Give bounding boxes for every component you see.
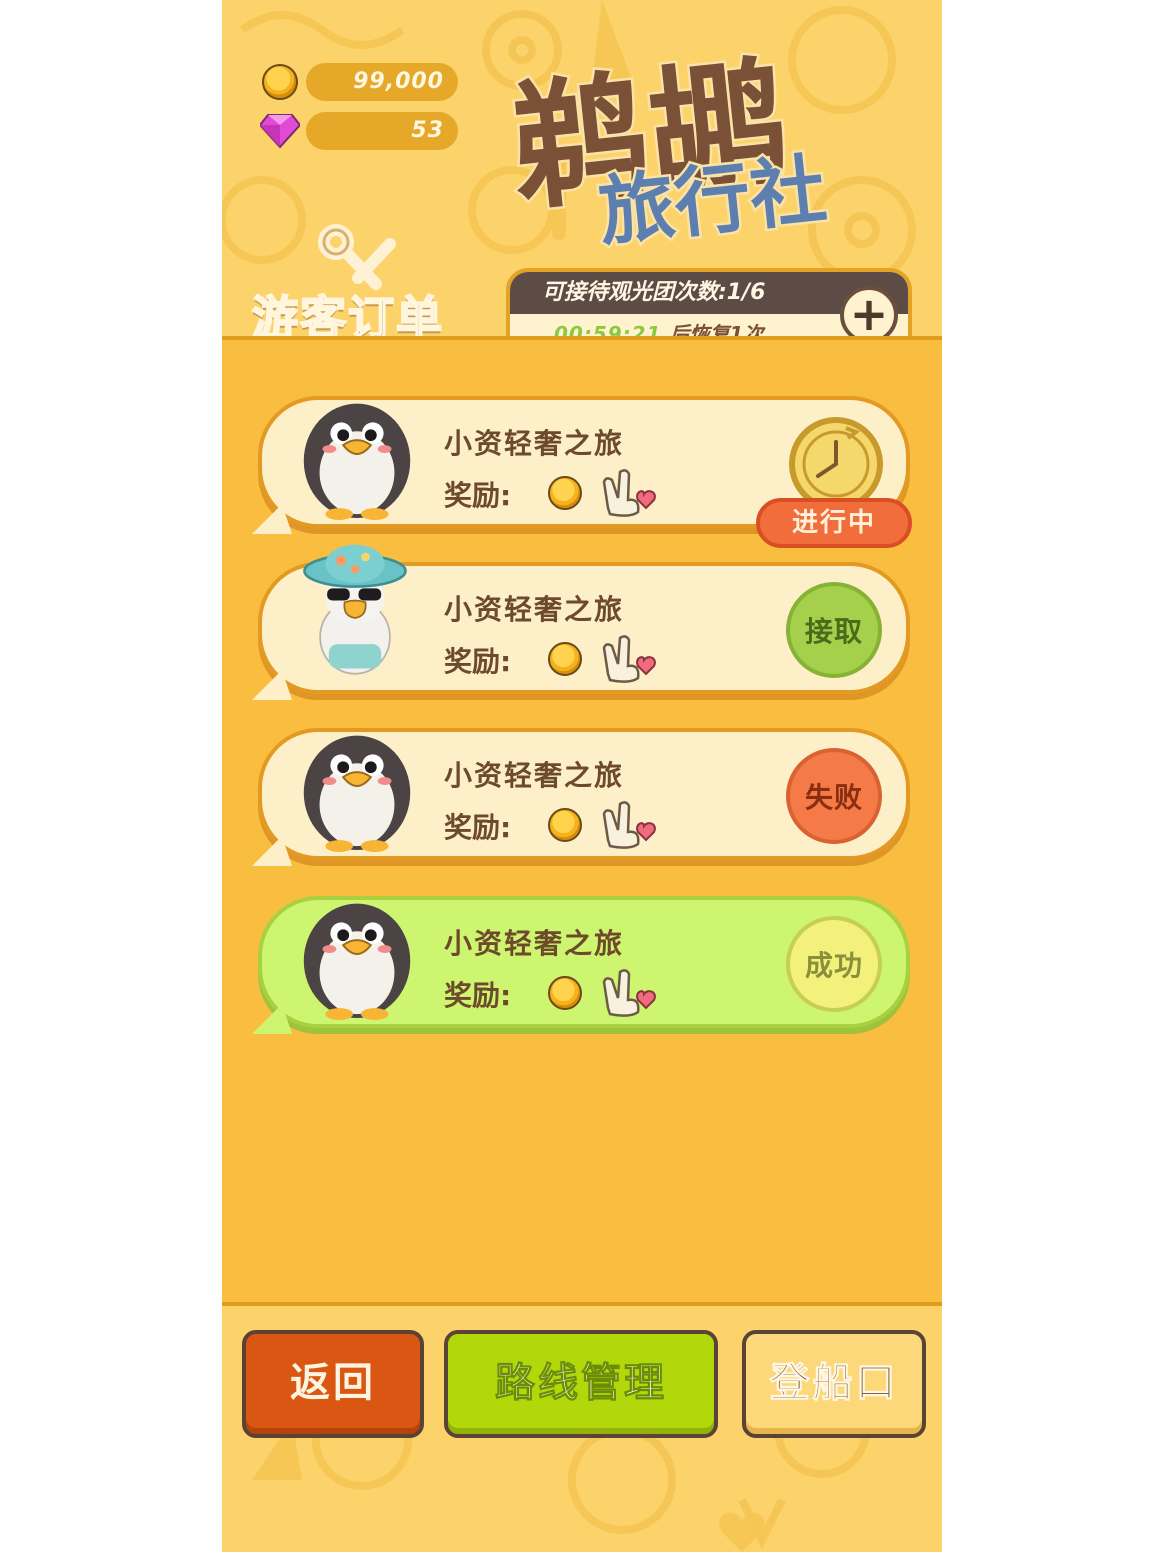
order-title: 小资轻奢之旅	[444, 427, 625, 460]
boarding-gate-button[interactable]: 登船口	[742, 1330, 926, 1438]
coin-reward-icon	[548, 976, 582, 1010]
reward-label: 奖励:	[444, 979, 512, 1012]
fail-status-button[interactable]: 失败	[786, 748, 882, 844]
game-logo: 鹈鹕 旅行社	[512, 39, 833, 248]
accept-button[interactable]: 接取	[786, 582, 882, 678]
coin-reward-icon	[548, 642, 582, 676]
gem-icon	[260, 114, 300, 149]
success-status-button[interactable]: 成功	[786, 916, 882, 1012]
coin-reward-icon	[548, 476, 582, 510]
card-tail	[252, 1004, 292, 1034]
reward-label: 奖励:	[444, 479, 512, 512]
peace-hand-heart-icon	[602, 969, 656, 1017]
coin-balance: 99,000	[306, 63, 458, 101]
card-tail	[252, 670, 292, 700]
peace-hand-heart-icon	[602, 635, 656, 683]
reward-label: 奖励:	[444, 811, 512, 844]
penguin-avatar	[303, 903, 411, 1020]
peace-hand-heart-icon	[602, 469, 656, 517]
penguin-avatar	[303, 735, 411, 852]
route-management-button[interactable]: 路线管理	[444, 1330, 718, 1438]
back-button[interactable]: 返回	[242, 1330, 424, 1438]
reward-label: 奖励:	[444, 645, 512, 678]
order-title: 小资轻奢之旅	[444, 927, 625, 960]
card-tail	[252, 836, 292, 866]
status-in-progress-badge: 进行中	[756, 498, 912, 548]
order-title: 小资轻奢之旅	[444, 759, 625, 792]
order-title: 小资轻奢之旅	[444, 593, 625, 626]
duck-with-hat-avatar	[303, 544, 407, 675]
gem-balance: 53	[306, 112, 458, 150]
coin-reward-icon	[548, 808, 582, 842]
penguin-avatar	[303, 403, 411, 520]
card-tail	[252, 504, 292, 534]
coin-icon	[262, 64, 298, 100]
orders-panel: 小资轻奢之旅 奖励: 进行中 小资轻奢之旅 奖励: 接取 小资轻奢之旅 奖励: …	[222, 336, 942, 1306]
peace-hand-heart-icon	[602, 801, 656, 849]
game-screen: 99,000 53 鹈鹕 旅行社 游客订单 可接待观光团次数:1/6 00:59…	[222, 0, 942, 1552]
